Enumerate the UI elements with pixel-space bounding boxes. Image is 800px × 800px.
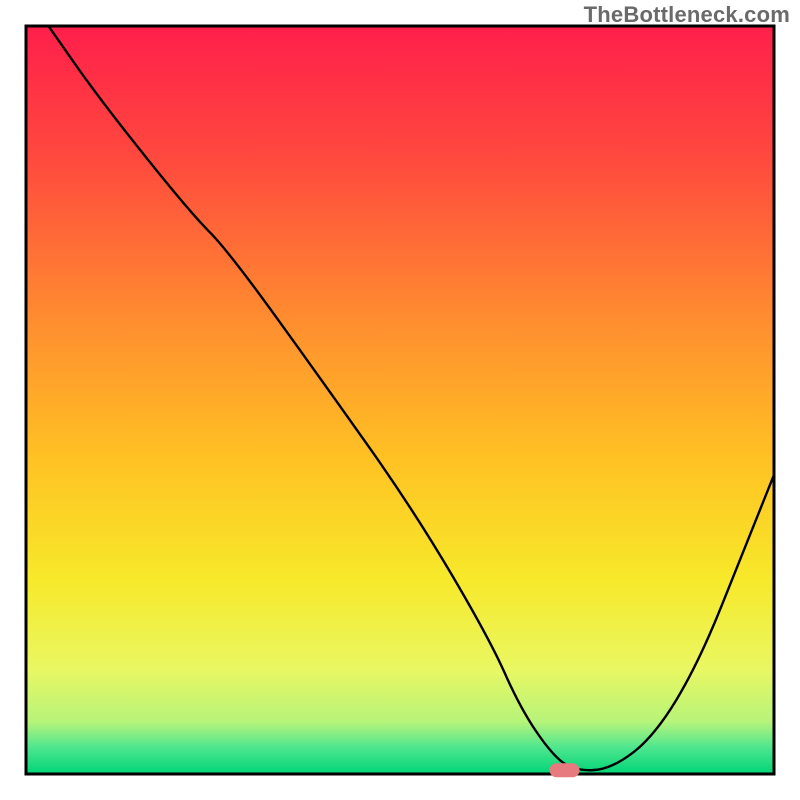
watermark-text: TheBottleneck.com (584, 2, 790, 28)
chart-canvas (0, 0, 800, 800)
plot-background (26, 26, 774, 774)
bottleneck-chart: TheBottleneck.com (0, 0, 800, 800)
optimal-point-marker (550, 763, 580, 777)
